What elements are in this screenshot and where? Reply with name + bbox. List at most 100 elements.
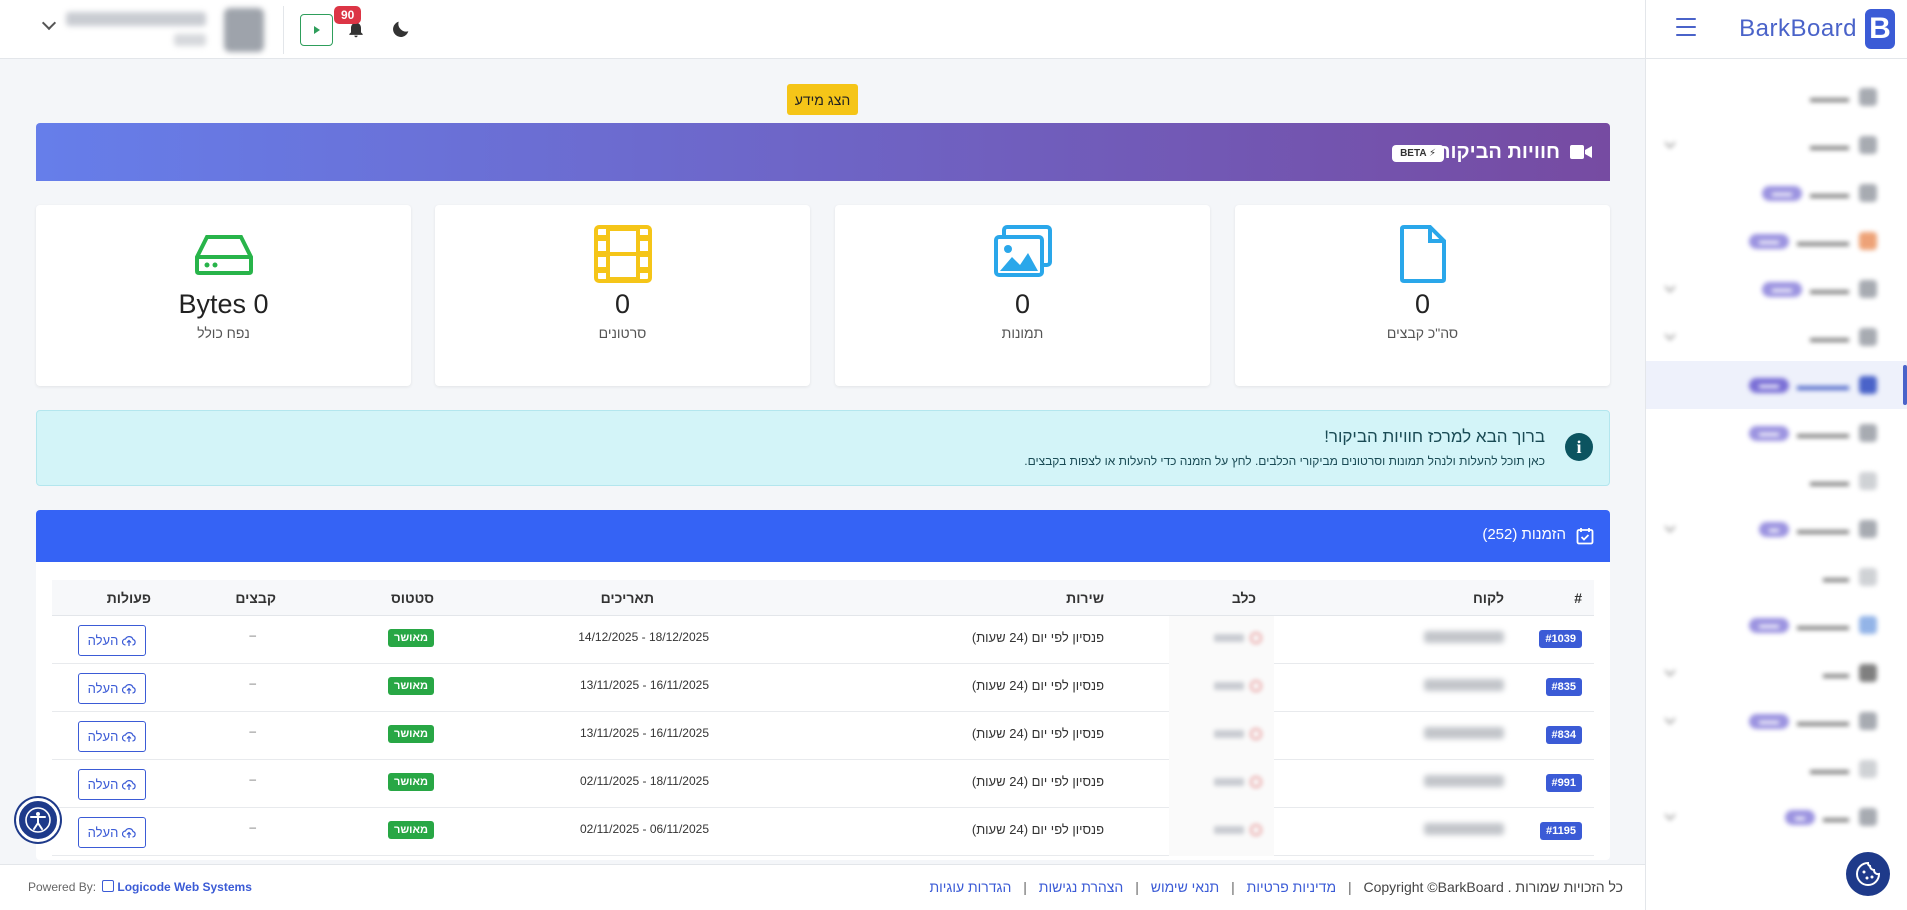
upload-button[interactable]: העלה xyxy=(78,721,146,752)
table-row[interactable]: #1195 פנסיון לפי יום (24 שעות) 02/11/2025 … xyxy=(52,808,1594,856)
sidebar-item[interactable]: ▬▬▬ xyxy=(1646,745,1907,793)
sidebar-item-label-blurred: ▬▬▬▬ xyxy=(1797,233,1849,249)
dog-name-blurred xyxy=(1212,823,1262,837)
sidebar-item[interactable]: ▬▬ ▬▬▬▬ xyxy=(1646,409,1907,457)
avatar[interactable] xyxy=(224,8,264,52)
hamburger-menu-icon[interactable] xyxy=(1676,18,1696,36)
order-id-badge[interactable]: #834 xyxy=(1545,726,1582,744)
sidebar-item[interactable]: ▬▬ xyxy=(1646,553,1907,601)
film-icon xyxy=(593,225,652,283)
sidebar-item-label-blurred: ▬▬ xyxy=(1823,569,1849,585)
order-id-badge[interactable]: #991 xyxy=(1545,774,1582,792)
upload-button[interactable]: העלה xyxy=(78,673,146,704)
upload-label: העלה xyxy=(87,633,119,648)
dog-name-blurred xyxy=(1212,679,1262,693)
accessibility-icon xyxy=(25,807,51,833)
customer-name-blurred xyxy=(1424,823,1504,835)
stat-label: סרטונים xyxy=(598,325,647,341)
sidebar-item-label-blurred: ▬▬▬ xyxy=(1810,137,1849,153)
status-badge: מאושר xyxy=(387,629,434,647)
upload-label: העלה xyxy=(87,729,119,744)
col-header-actions: פעולות xyxy=(106,590,151,606)
sidebar-item-pill: ▬▬ xyxy=(1749,233,1789,249)
table-row[interactable]: #991 פנסיון לפי יום (24 שעות) 02/11/2025 -… xyxy=(52,760,1594,808)
service-cell: פנסיון לפי יום (24 שעות) xyxy=(971,726,1104,741)
sidebar-item-icon xyxy=(1859,328,1877,346)
upload-button[interactable]: העלה xyxy=(78,769,146,800)
table-row[interactable]: #834 פנסיון לפי יום (24 שעות) 13/11/2025 -… xyxy=(52,712,1594,760)
cookie-settings-link[interactable]: הגדרות עוגיות xyxy=(929,879,1011,895)
sidebar-item[interactable]: ▬▬▬ xyxy=(1646,457,1907,505)
dog-name-blurred xyxy=(1212,631,1262,645)
orders-title: הזמנות (252) xyxy=(1482,526,1566,543)
sidebar-item-visit-experiences[interactable]: ▬▬ ▬▬▬▬ xyxy=(1646,361,1907,409)
sidebar-item[interactable]: ▬▬▬ xyxy=(1646,73,1907,121)
sidebar-item-icon xyxy=(1859,424,1877,442)
dates-cell: 02/11/2025 - 18/11/2025 xyxy=(580,774,709,788)
stat-value: Bytes 0 xyxy=(178,289,269,319)
accessibility-statement-link[interactable]: הצהרת נגישות xyxy=(1039,879,1124,895)
cloud-upload-icon xyxy=(122,827,136,838)
footer: Powered By: Logicode Web Systems Copyrig… xyxy=(0,864,1645,910)
show-info-button[interactable]: הצג מידע xyxy=(787,84,858,115)
sidebar-item-pill: ▬▬ xyxy=(1749,425,1789,441)
sidebar-item-pill: ▬▬ xyxy=(1749,377,1789,393)
orders-card: הזמנות (252) # לקוח כלב שירות תאריכים סט… xyxy=(36,510,1610,860)
terms-link[interactable]: תנאי שימוש xyxy=(1151,879,1220,895)
stat-value: 0 xyxy=(1014,289,1031,319)
sidebar-item[interactable]: ▬▬ ▬▬▬▬ xyxy=(1646,601,1907,649)
upload-button[interactable]: העלה xyxy=(78,817,146,848)
table-row[interactable]: #835 פנסיון לפי יום (24 שעות) 13/11/2025 -… xyxy=(52,664,1594,712)
col-header-service[interactable]: שירות xyxy=(1066,590,1104,606)
brand-name[interactable]: BarkBoard xyxy=(1739,15,1857,43)
brand-logo[interactable]: B xyxy=(1865,9,1895,49)
welcome-title: ברוך הבא למרכז חוויות הביקור! xyxy=(1324,427,1545,446)
sidebar-item[interactable]: ▬▬▬▬▬ xyxy=(1646,505,1907,553)
sidebar-item[interactable]: ▬▬▬ xyxy=(1646,313,1907,361)
sidebar-item-label-blurred: ▬▬ xyxy=(1823,665,1849,681)
sidebar-item[interactable]: ▬▬▬▬▬ xyxy=(1646,169,1907,217)
powered-by-link[interactable]: Logicode Web Systems xyxy=(117,880,251,894)
col-header-id[interactable]: # xyxy=(1574,590,1582,606)
table-row[interactable]: #1039 פנסיון לפי יום (24 שעות) 14/12/2025 … xyxy=(52,616,1594,664)
order-id-badge[interactable]: #835 xyxy=(1545,678,1582,696)
sidebar-item[interactable]: ▬▬ ▬▬▬▬ xyxy=(1646,697,1907,745)
chevron-down-icon xyxy=(1664,713,1676,725)
col-header-status[interactable]: סטטוס xyxy=(391,590,434,606)
dates-cell: 14/12/2025 - 18/12/2025 xyxy=(578,630,709,644)
welcome-alert: i ברוך הבא למרכז חוויות הביקור! כאן תוכל… xyxy=(36,410,1610,486)
cookie-consent-button[interactable] xyxy=(1846,852,1890,896)
sidebar-item[interactable]: ▬▬ ▬▬▬▬ xyxy=(1646,217,1907,265)
sidebar-item-label-blurred: ▬▬▬ xyxy=(1810,185,1849,201)
moon-icon[interactable] xyxy=(390,18,412,40)
video-camera-icon xyxy=(1570,145,1592,159)
play-button[interactable] xyxy=(300,14,333,46)
accessibility-button[interactable] xyxy=(16,798,60,842)
user-name-blurred xyxy=(66,12,206,26)
play-icon xyxy=(313,26,320,34)
powered-by: Powered By: Logicode Web Systems xyxy=(28,880,252,894)
privacy-policy-link[interactable]: מדיניות פרטיות xyxy=(1247,879,1336,895)
sidebar-item-pill: ▬▬ xyxy=(1749,617,1789,633)
stat-card-total-size: Bytes 0 נפח כולל xyxy=(36,205,411,386)
status-badge: מאושר xyxy=(387,725,434,743)
upload-button[interactable]: העלה xyxy=(78,625,146,656)
col-header-customer[interactable]: לקוח xyxy=(1473,590,1504,606)
col-header-dog[interactable]: כלב xyxy=(1232,590,1256,606)
col-header-files[interactable]: קבצים xyxy=(235,590,276,606)
sidebar-item[interactable]: ▬▬ xyxy=(1646,649,1907,697)
chevron-down-icon xyxy=(1664,665,1676,677)
col-header-dates[interactable]: תאריכים xyxy=(601,590,654,606)
sidebar-item[interactable]: ▬▬▬▬▬ xyxy=(1646,265,1907,313)
order-id-badge[interactable]: #1039 xyxy=(1539,630,1582,648)
footer-links: Copyright ©BarkBoard . כל הזכויות שמורות… xyxy=(929,879,1623,895)
order-id-badge[interactable]: #1195 xyxy=(1540,822,1582,840)
brand-header: BarkBoard B xyxy=(1646,0,1907,59)
welcome-text: כאן תוכל להעלות ולנהל תמונות וסרטונים מב… xyxy=(1024,454,1545,468)
service-cell: פנסיון לפי יום (24 שעות) xyxy=(971,822,1104,837)
user-menu[interactable] xyxy=(24,6,284,54)
sidebar-item[interactable]: ▬▬▬ xyxy=(1646,121,1907,169)
chevron-down-icon[interactable] xyxy=(41,15,57,31)
sidebar-item[interactable]: ▬▬▬ xyxy=(1646,793,1907,841)
page-header-banner: חוויות הביקור BETA ⚡ xyxy=(36,123,1610,181)
